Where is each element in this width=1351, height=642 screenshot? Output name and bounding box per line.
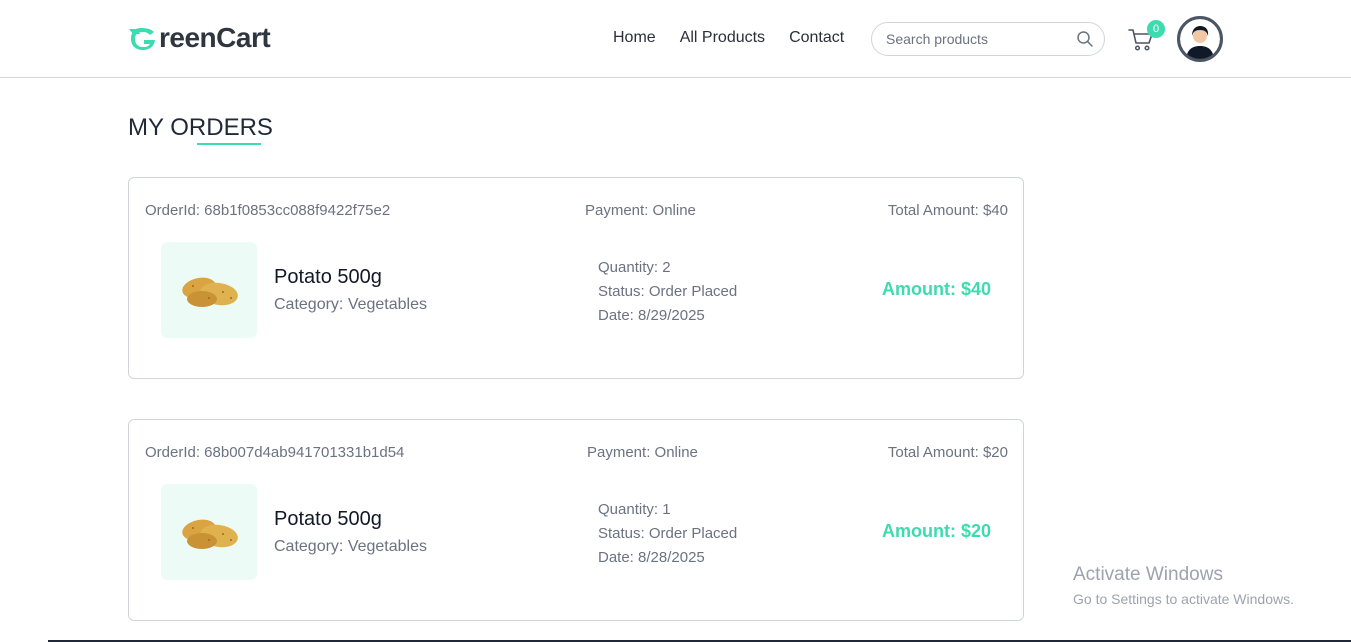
product-name: Potato 500g: [274, 266, 382, 288]
order-id: OrderId: 68b1f0853cc088f9422f75e2: [145, 202, 391, 219]
order-date: Date: 8/29/2025: [598, 307, 705, 324]
order-amount: Amount: $40: [881, 279, 991, 299]
product-category: Category: Vegetables: [274, 296, 427, 313]
logo-text: reenCart: [159, 22, 271, 53]
navbar: reenCart Home All Products Contact 0: [0, 0, 1351, 78]
order-details: Quantity: 1 Status: Order Placed Date: 8…: [598, 498, 737, 570]
order-status: Status: Order Placed: [598, 283, 738, 300]
product-image: [161, 484, 257, 580]
logo[interactable]: reenCart: [127, 22, 271, 54]
product-category: Category: Vegetables: [274, 538, 427, 555]
order-details: Quantity: 2 Status: Order Placed Date: 8…: [598, 256, 737, 328]
title-underline: [197, 143, 261, 145]
order-amount: Amount: $20: [881, 521, 991, 541]
user-avatar[interactable]: [1177, 16, 1223, 62]
payment-method: Payment: Online: [585, 202, 696, 219]
product-name: Potato 500g: [274, 508, 382, 530]
potato-image: [182, 277, 238, 307]
activate-windows-watermark: Activate Windows Go to Settings to activ…: [1073, 564, 1294, 610]
order-date: Date: 8/28/2025: [598, 549, 705, 566]
order-quantity: Quantity: 2: [598, 259, 671, 276]
product-image: [161, 242, 257, 338]
cart-count-badge: 0: [1147, 20, 1165, 38]
nav-all-products-link[interactable]: All Products: [680, 29, 765, 47]
payment-method: Payment: Online: [587, 444, 698, 461]
order-id: OrderId: 68b007d4ab941701331b1d54: [145, 444, 405, 461]
order-total: Total Amount: $20: [887, 444, 1008, 461]
order-status: Status: Order Placed: [598, 525, 738, 542]
order-card: OrderId: 68b1f0853cc088f9422f75e2 Paymen…: [128, 177, 1024, 379]
order-card: OrderId: 68b007d4ab941701331b1d54 Paymen…: [128, 419, 1024, 621]
user-avatar-icon: [1180, 19, 1220, 59]
search-bar: [871, 22, 1105, 56]
page-title: MY ORDERS: [128, 114, 273, 141]
nav-contact-link[interactable]: Contact: [789, 29, 844, 47]
nav-home-link[interactable]: Home: [613, 29, 656, 47]
potato-image: [182, 519, 238, 549]
order-quantity: Quantity: 1: [598, 501, 671, 518]
watermark-subtitle: Go to Settings to activate Windows.: [1073, 591, 1294, 607]
order-total: Total Amount: $40: [887, 202, 1008, 219]
greencart-logo-icon: [129, 28, 155, 50]
nav-links: Home All Products Contact: [613, 29, 844, 47]
search-input[interactable]: [884, 30, 1076, 48]
watermark-title: Activate Windows: [1073, 564, 1223, 585]
search-icon[interactable]: [1076, 30, 1094, 48]
